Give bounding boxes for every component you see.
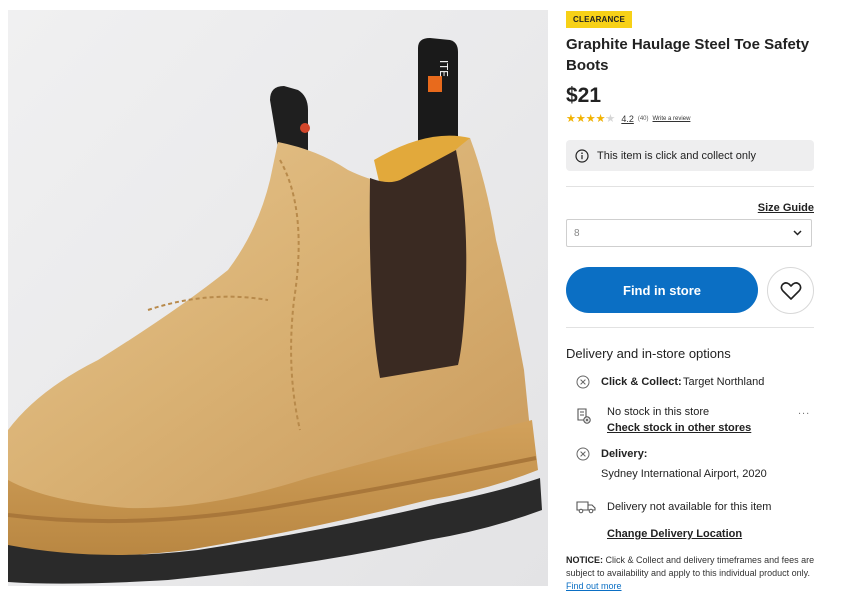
divider <box>566 186 814 187</box>
unavailable-x-icon <box>576 375 590 389</box>
delivery-row: Delivery: Sydney International Airport, … <box>566 446 814 482</box>
chevron-down-icon <box>793 230 802 236</box>
size-select[interactable]: 8 <box>566 219 812 247</box>
rating-stars-filled: ★★★★★ <box>566 113 607 125</box>
delivery-availability-row: Delivery not available for this item Cha… <box>566 498 814 542</box>
size-selected-value: 8 <box>574 227 580 239</box>
notice-body: Click & Collect and delivery timeframes … <box>566 555 815 578</box>
rating-stars: ★★★★★ ★★★★★ <box>566 113 615 125</box>
rating-count: (40) <box>637 116 649 122</box>
wishlist-button[interactable] <box>767 267 814 314</box>
find-in-store-button[interactable]: Find in store <box>566 267 758 313</box>
delivery-truck-icon <box>576 501 596 514</box>
unavailable-x-icon <box>576 447 590 461</box>
product-price: $21 <box>566 84 602 107</box>
delivery-status: Delivery not available for this item <box>607 501 772 513</box>
rating-row: ★★★★★ ★★★★★ 4.2 (40) Write a review <box>566 113 690 125</box>
boot-brand-text: ITE <box>437 60 450 77</box>
more-options-icon[interactable]: ... <box>798 405 810 417</box>
click-collect-only-notice: This item is click and collect only <box>566 140 814 171</box>
divider <box>566 327 814 328</box>
write-review-link[interactable]: Write a review <box>653 116 691 122</box>
store-stock-icon <box>577 408 591 424</box>
change-delivery-location-link[interactable]: Change Delivery Location <box>607 528 742 540</box>
clearance-badge: CLEARANCE <box>566 11 633 28</box>
click-collect-row: Click & Collect: Target Northland <box>566 374 814 390</box>
boot-illustration: ITE <box>8 10 548 586</box>
check-stock-link[interactable]: Check stock in other stores <box>607 422 751 434</box>
rating-score[interactable]: 4.2 <box>621 114 634 124</box>
delivery-location: Sydney International Airport, 2020 <box>601 468 767 480</box>
notice-label: NOTICE: <box>566 555 603 565</box>
size-guide-link[interactable]: Size Guide <box>758 202 814 214</box>
click-collect-label: Click & Collect: <box>601 376 682 388</box>
click-collect-only-text: This item is click and collect only <box>597 149 756 162</box>
delivery-label: Delivery: <box>601 448 648 460</box>
product-image[interactable]: ITE <box>8 10 548 586</box>
stock-row: No stock in this store Check stock in ot… <box>566 404 814 436</box>
find-out-more-link[interactable]: Find out more <box>566 581 622 591</box>
delivery-notice: NOTICE: Click & Collect and delivery tim… <box>566 554 816 593</box>
info-icon <box>575 148 589 163</box>
click-collect-store: Target Northland <box>683 376 765 388</box>
product-title: Graphite Haulage Steel Toe Safety Boots <box>566 36 810 74</box>
stock-status: No stock in this store <box>607 406 710 418</box>
delivery-options-heading: Delivery and in-store options <box>566 346 731 361</box>
heart-icon <box>780 281 801 300</box>
